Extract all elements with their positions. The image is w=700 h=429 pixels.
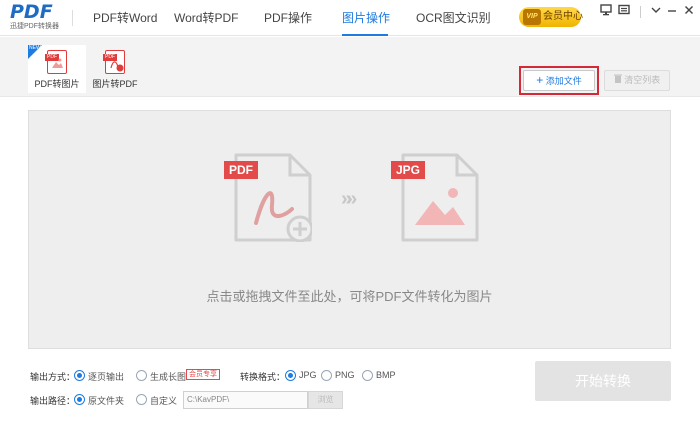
output-mode-label: 输出方式： [30, 372, 76, 382]
jpg-format-tag: JPG [391, 161, 426, 179]
dropdown-icon[interactable] [648, 4, 664, 20]
image-to-pdf-icon: PDF [103, 50, 125, 74]
format-label: 转换格式： [240, 372, 286, 382]
tab-ocr[interactable]: OCR图文识别 [416, 0, 491, 36]
tab-pdf-to-word[interactable]: PDF转Word [93, 0, 157, 36]
tab-image-operations[interactable]: 图片操作 [342, 0, 390, 36]
browse-button[interactable]: 浏览 [308, 391, 343, 409]
subtab-label: PDF转图片 [34, 79, 80, 89]
file-drop-zone[interactable]: PDF »» JPG 点击或拖拽文件至此处，可将PDF文件转化为图片 [28, 110, 671, 349]
convert-arrows-icon: »» [341, 188, 357, 210]
format-jpg-radio[interactable] [285, 370, 296, 381]
mode-long-radio[interactable] [136, 370, 147, 381]
pdf-format-tag: PDF [224, 161, 258, 179]
vip-badge-icon: VIP [523, 9, 541, 25]
vip-center-button[interactable]: VIP 会员中心 [519, 7, 583, 27]
top-header: PDF 迅捷PDF转换器 PDF转Word Word转PDF PDF操作 图片操… [0, 0, 700, 36]
trash-icon [613, 74, 625, 85]
clear-list-label: 清空列表 [624, 75, 661, 85]
path-original-label: 原文件夹 [88, 396, 125, 406]
start-convert-button[interactable]: 开始转换 [535, 361, 671, 401]
mode-page-radio[interactable] [74, 370, 85, 381]
close-icon[interactable] [681, 4, 697, 20]
app-logo: PDF 迅捷PDF转换器 [10, 2, 66, 32]
output-path-label: 输出路径： [30, 396, 76, 406]
format-jpg-label: JPG [299, 370, 317, 380]
subtab-pdf-to-image[interactable]: NEW PDF PDF转图片 [28, 45, 86, 93]
add-file-label: 添加文件 [545, 76, 582, 86]
plus-icon: + [536, 73, 544, 87]
tab-word-to-pdf[interactable]: Word转PDF [174, 0, 238, 36]
nav-divider [72, 10, 73, 26]
format-bmp-radio[interactable] [362, 370, 373, 381]
path-custom-label: 自定义 [150, 396, 178, 406]
message-icon[interactable] [616, 4, 632, 20]
vip-only-badge: 会员专享 [186, 369, 220, 380]
tab-pdf-operations[interactable]: PDF操作 [264, 0, 312, 36]
new-corner-label: NEW [29, 45, 41, 51]
logo-subtitle: 迅捷PDF转换器 [10, 23, 59, 30]
logo-text: PDF [10, 1, 53, 23]
format-bmp-label: BMP [376, 370, 396, 380]
format-png-radio[interactable] [321, 370, 332, 381]
minimize-icon[interactable] [664, 4, 680, 20]
path-custom-radio[interactable] [136, 394, 147, 405]
output-path-field[interactable]: C:\KavPDF\ [183, 391, 308, 409]
add-file-button[interactable]: + 添加文件 [523, 70, 595, 91]
subtab-label: 图片转PDF [92, 79, 138, 89]
format-png-label: PNG [335, 370, 355, 380]
window-controls-divider [640, 6, 641, 18]
vip-center-label: 会员中心 [543, 11, 583, 22]
mode-long-label: 生成长图 [150, 372, 187, 382]
subtab-image-to-pdf[interactable]: PDF 图片转PDF [86, 45, 144, 93]
path-original-radio[interactable] [74, 394, 85, 405]
drop-hint-text: 点击或拖拽文件至此处，可将PDF文件转化为图片 [206, 289, 493, 304]
monitor-icon[interactable] [598, 4, 614, 20]
clear-list-button[interactable]: 清空列表 [604, 70, 670, 91]
pdf-to-image-icon: PDF [45, 50, 67, 74]
mode-page-label: 逐页输出 [88, 372, 125, 382]
